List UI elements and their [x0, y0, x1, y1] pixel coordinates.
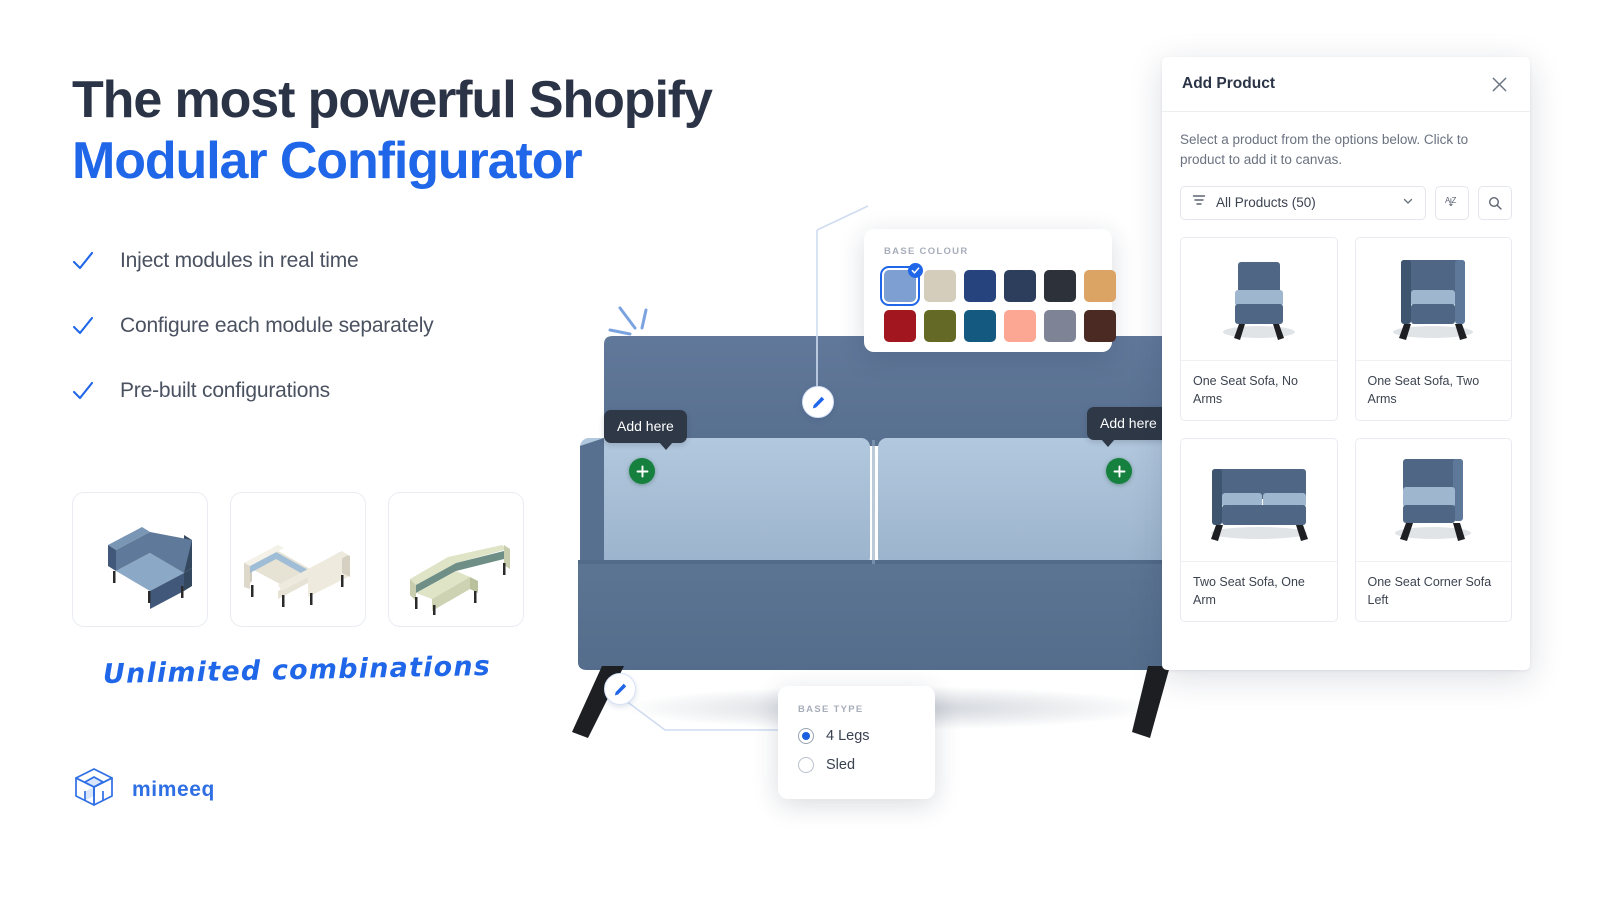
colour-swatch-olive[interactable]	[924, 310, 956, 342]
filter-icon	[1192, 193, 1206, 212]
base-type-option-4-legs[interactable]: 4 Legs	[798, 728, 915, 744]
add-module-right-button[interactable]	[1106, 458, 1132, 484]
product-name: One Seat Sofa, Two Arms	[1367, 373, 1480, 406]
product-card[interactable]: One Seat Corner Sofa Left	[1354, 437, 1512, 622]
base-type-option-label: Sled	[826, 757, 856, 773]
mimeeq-cube-logo	[72, 765, 116, 814]
colour-swatch-salmon[interactable]	[1004, 310, 1036, 342]
colour-swatch-royal-blue[interactable]	[964, 270, 996, 302]
product-card[interactable]: Two Seat Sofa, One Arm	[1180, 437, 1338, 622]
panel-body: Select a product from the options below.…	[1162, 112, 1530, 622]
panel-description: Select a product from the options below.…	[1180, 132, 1469, 168]
configuration-thumbnails	[72, 492, 524, 627]
add-here-tooltip-right[interactable]: Add here	[1087, 407, 1170, 447]
panel-title: Add Product	[1182, 75, 1275, 92]
colour-swatch-slate-grey[interactable]	[1044, 310, 1076, 342]
product-name: One Seat Corner Sofa Left	[1367, 574, 1492, 607]
feature-label: Configure each module separately	[120, 313, 434, 337]
long-green-sofa-thumb[interactable]	[388, 492, 524, 627]
add-module-left-button[interactable]	[629, 458, 655, 484]
panel-header: Add Product	[1162, 57, 1530, 112]
u-shape-blue-sofa-thumb[interactable]	[72, 492, 208, 627]
l-shape-cream-sofa-thumb[interactable]	[230, 492, 366, 627]
product-name: One Seat Sofa, No Arms	[1193, 373, 1298, 406]
colour-swatch-teal-blue[interactable]	[964, 310, 996, 342]
add-product-panel[interactable]: Add Product Select a product from the op…	[1162, 57, 1530, 670]
feature-label: Inject modules in real time	[120, 248, 359, 272]
svg-text:Z: Z	[1451, 196, 1456, 205]
brand-logo: mimeeq	[72, 765, 215, 814]
check-icon	[72, 250, 94, 272]
edit-base-colour-button[interactable]	[802, 386, 834, 418]
one-seat-corner-left-thumb	[1355, 438, 1511, 562]
base-type-popover[interactable]: BASE TYPE 4 Legs Sled	[778, 686, 935, 799]
brand-name: mimeeq	[132, 777, 215, 801]
hero-line-1: The most powerful Shopify	[72, 71, 713, 129]
panel-controls: All Products (50) A Z	[1180, 185, 1512, 220]
hero-heading: The most powerful Shopify Modular Config…	[72, 70, 832, 193]
colour-swatch-crimson[interactable]	[884, 310, 916, 342]
colour-swatch-beige[interactable]	[924, 270, 956, 302]
base-type-label: BASE TYPE	[798, 704, 864, 715]
check-icon	[72, 380, 94, 402]
base-colour-popover[interactable]: BASE COLOUR	[864, 229, 1116, 352]
base-type-option-sled[interactable]: Sled	[798, 757, 915, 773]
product-filter-select[interactable]: All Products (50)	[1180, 185, 1426, 220]
close-icon[interactable]	[1488, 73, 1510, 95]
search-icon[interactable]	[1478, 185, 1512, 220]
colour-swatch-grid[interactable]	[880, 263, 1116, 342]
colour-swatch-navy[interactable]	[1004, 270, 1036, 302]
sparkle-icon	[608, 300, 660, 347]
svg-text:A: A	[1444, 196, 1450, 205]
radio-button-unselected[interactable]	[798, 757, 814, 773]
check-icon	[908, 263, 923, 278]
product-name: Two Seat Sofa, One Arm	[1193, 574, 1305, 607]
one-seat-no-arms-thumb	[1181, 237, 1337, 361]
one-seat-two-arms-thumb	[1355, 237, 1511, 361]
product-filter-value: All Products (50)	[1216, 195, 1316, 210]
radio-button-selected[interactable]	[798, 728, 814, 744]
colour-swatch-tan[interactable]	[1084, 270, 1116, 302]
colour-swatch-light-blue[interactable]	[880, 263, 923, 306]
chevron-down-icon	[1402, 194, 1414, 212]
tagline: Unlimited combinations	[102, 650, 492, 691]
product-grid: One Seat Sofa, No Arms One Seat Sofa, Tw…	[1180, 236, 1512, 622]
colour-swatch-dark-brown[interactable]	[1084, 310, 1116, 342]
colour-swatch-charcoal[interactable]	[1044, 270, 1076, 302]
base-colour-label: BASE COLOUR	[884, 246, 969, 257]
product-card[interactable]: One Seat Sofa, Two Arms	[1354, 236, 1512, 421]
product-card[interactable]: One Seat Sofa, No Arms	[1180, 236, 1338, 421]
edit-base-type-button[interactable]	[604, 673, 636, 705]
add-here-tooltip-left[interactable]: Add here	[604, 410, 687, 450]
base-type-option-label: 4 Legs	[826, 728, 870, 744]
two-seat-one-arm-thumb	[1181, 438, 1337, 562]
sort-alpha-icon[interactable]: A Z	[1435, 185, 1469, 220]
check-icon	[72, 315, 94, 337]
feature-label: Pre-built configurations	[120, 378, 330, 402]
hero-line-2: Modular Configurator	[72, 132, 583, 191]
